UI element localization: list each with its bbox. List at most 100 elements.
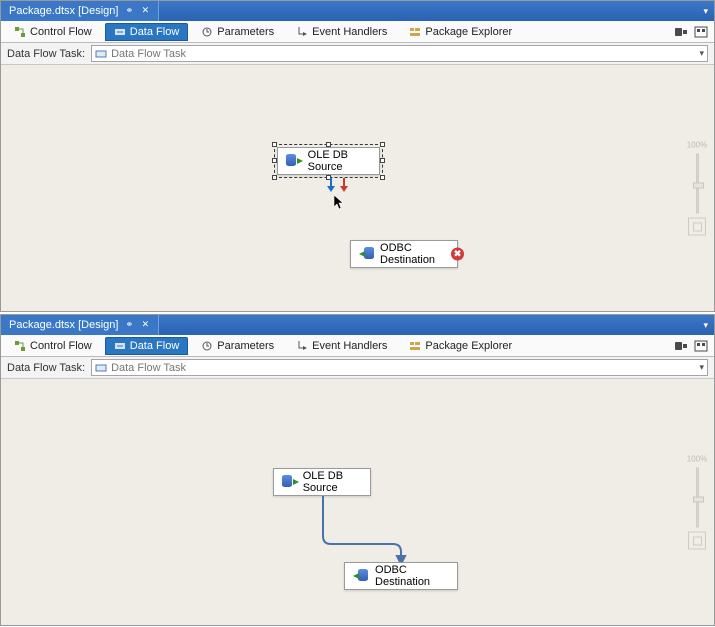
dataflow-path[interactable] (319, 496, 419, 566)
package-explorer-icon (409, 340, 421, 352)
resize-handle[interactable] (326, 142, 331, 147)
pin-icon[interactable]: ⚭ (124, 6, 134, 16)
tab-control-flow[interactable]: Control Flow (5, 337, 101, 355)
database-destination-icon (353, 569, 367, 583)
tab-parameters[interactable]: Parameters (192, 337, 283, 355)
document-tab-label: Package.dtsx [Design] (9, 319, 118, 331)
close-icon[interactable]: ✕ (140, 320, 150, 330)
event-handlers-icon (296, 26, 308, 38)
error-badge-icon[interactable]: ✖ (451, 248, 464, 261)
zoom-fit-button[interactable] (688, 532, 706, 550)
dataflow-task-icon (95, 362, 107, 374)
chevron-down-icon: ▾ (699, 48, 704, 59)
database-destination-icon (359, 247, 372, 261)
package-explorer-icon (409, 26, 421, 38)
zoom-level-label: 100% (687, 141, 707, 150)
titlebar-spacer (159, 1, 697, 21)
tab-label: Package Explorer (425, 26, 512, 38)
dataflow-task-label: Data Flow Task: (7, 48, 85, 60)
tab-overflow-caret-icon[interactable]: ▾ (697, 1, 714, 21)
cursor-icon (334, 195, 346, 211)
tab-label: Parameters (217, 340, 274, 352)
tab-label: Parameters (217, 26, 274, 38)
pin-icon[interactable]: ⚭ (124, 320, 134, 330)
dataflow-task-label: Data Flow Task: (7, 362, 85, 374)
tab-data-flow[interactable]: Data Flow (105, 23, 189, 41)
dataflow-task-selected: Data Flow Task (111, 48, 695, 60)
tab-data-flow[interactable]: Data Flow (105, 337, 189, 355)
dataflow-task-selector[interactable]: Data Flow Task ▾ (91, 45, 708, 62)
dataflow-task-toolbar: Data Flow Task: Data Flow Task ▾ (1, 357, 714, 379)
resize-handle[interactable] (272, 142, 277, 147)
output-path-error-icon[interactable] (340, 178, 348, 192)
tab-label: Data Flow (130, 26, 180, 38)
resize-handle[interactable] (380, 142, 385, 147)
ssis-designer-panel-1: Package.dtsx [Design] ⚭ ✕ ▾ Control Flow… (0, 0, 715, 312)
design-canvas[interactable]: OLE DB Source ODBC Destination 100% (1, 379, 714, 625)
zoom-level-label: 100% (687, 455, 707, 464)
node-label: OLE DB Source (308, 149, 367, 173)
tab-label: Control Flow (30, 26, 92, 38)
tab-overflow-caret-icon[interactable]: ▾ (697, 315, 714, 335)
zoom-slider[interactable] (696, 154, 699, 214)
event-handlers-icon (296, 340, 308, 352)
document-tab-label: Package.dtsx [Design] (9, 5, 118, 17)
resize-handle[interactable] (380, 158, 385, 163)
resize-handle[interactable] (272, 158, 277, 163)
dataflow-task-toolbar: Data Flow Task: Data Flow Task ▾ (1, 43, 714, 65)
tab-parameters[interactable]: Parameters (192, 23, 283, 41)
document-tab[interactable]: Package.dtsx [Design] ⚭ ✕ (1, 1, 159, 21)
chevron-down-icon: ▾ (699, 362, 704, 373)
document-tab-bar: Package.dtsx [Design] ⚭ ✕ ▾ (1, 1, 714, 21)
parameters-icon (201, 26, 213, 38)
control-flow-icon (14, 340, 26, 352)
tab-control-flow[interactable]: Control Flow (5, 23, 101, 41)
design-canvas[interactable]: OLE DB Source ODBC Destination ✖ 100% (1, 65, 714, 311)
tab-event-handlers[interactable]: Event Handlers (287, 337, 396, 355)
titlebar-spacer (159, 315, 697, 335)
document-tab[interactable]: Package.dtsx [Design] ⚭ ✕ (1, 315, 159, 335)
close-icon[interactable]: ✕ (140, 6, 150, 16)
zoom-fit-button[interactable] (688, 218, 706, 236)
node-label: OLE DB Source (303, 470, 358, 494)
node-ole-db-source[interactable]: OLE DB Source (273, 468, 371, 496)
database-source-icon (286, 154, 300, 168)
tab-label: Package Explorer (425, 340, 512, 352)
tab-label: Event Handlers (312, 340, 387, 352)
tab-label: Control Flow (30, 340, 92, 352)
document-tab-bar: Package.dtsx [Design] ⚭ ✕ ▾ (1, 315, 714, 335)
control-flow-icon (14, 26, 26, 38)
parameters-icon (201, 340, 213, 352)
node-odbc-destination[interactable]: ODBC Destination ✖ (350, 240, 458, 268)
zoom-control: 100% (686, 141, 708, 236)
dataflow-task-selector[interactable]: Data Flow Task ▾ (91, 359, 708, 376)
zoom-thumb[interactable] (693, 183, 704, 189)
database-source-icon (282, 475, 295, 489)
tab-label: Event Handlers (312, 26, 387, 38)
variables-tool-icon[interactable] (674, 26, 688, 38)
dataflow-task-selected: Data Flow Task (111, 362, 695, 374)
node-odbc-destination[interactable]: ODBC Destination (344, 562, 458, 590)
resize-handle[interactable] (380, 175, 385, 180)
designer-tab-strip: Control Flow Data Flow Parameters Event … (1, 21, 714, 43)
tab-label: Data Flow (130, 340, 180, 352)
zoom-thumb[interactable] (693, 497, 704, 503)
tab-event-handlers[interactable]: Event Handlers (287, 23, 396, 41)
ssis-toolbox-icon[interactable] (694, 26, 708, 38)
zoom-control: 100% (686, 455, 708, 550)
ssis-designer-panel-2: Package.dtsx [Design] ⚭ ✕ ▾ Control Flow… (0, 314, 715, 626)
designer-tab-strip: Control Flow Data Flow Parameters Event … (1, 335, 714, 357)
data-flow-icon (114, 340, 126, 352)
node-label: ODBC Destination (375, 564, 445, 588)
data-flow-icon (114, 26, 126, 38)
node-ole-db-source[interactable]: OLE DB Source (277, 147, 380, 175)
tab-package-explorer[interactable]: Package Explorer (400, 23, 521, 41)
zoom-slider[interactable] (696, 468, 699, 528)
node-label: ODBC Destination (380, 242, 445, 266)
resize-handle[interactable] (272, 175, 277, 180)
tab-package-explorer[interactable]: Package Explorer (400, 337, 521, 355)
output-path-success-icon[interactable] (327, 178, 335, 192)
variables-tool-icon[interactable] (674, 340, 688, 352)
ssis-toolbox-icon[interactable] (694, 340, 708, 352)
dataflow-task-icon (95, 48, 107, 60)
